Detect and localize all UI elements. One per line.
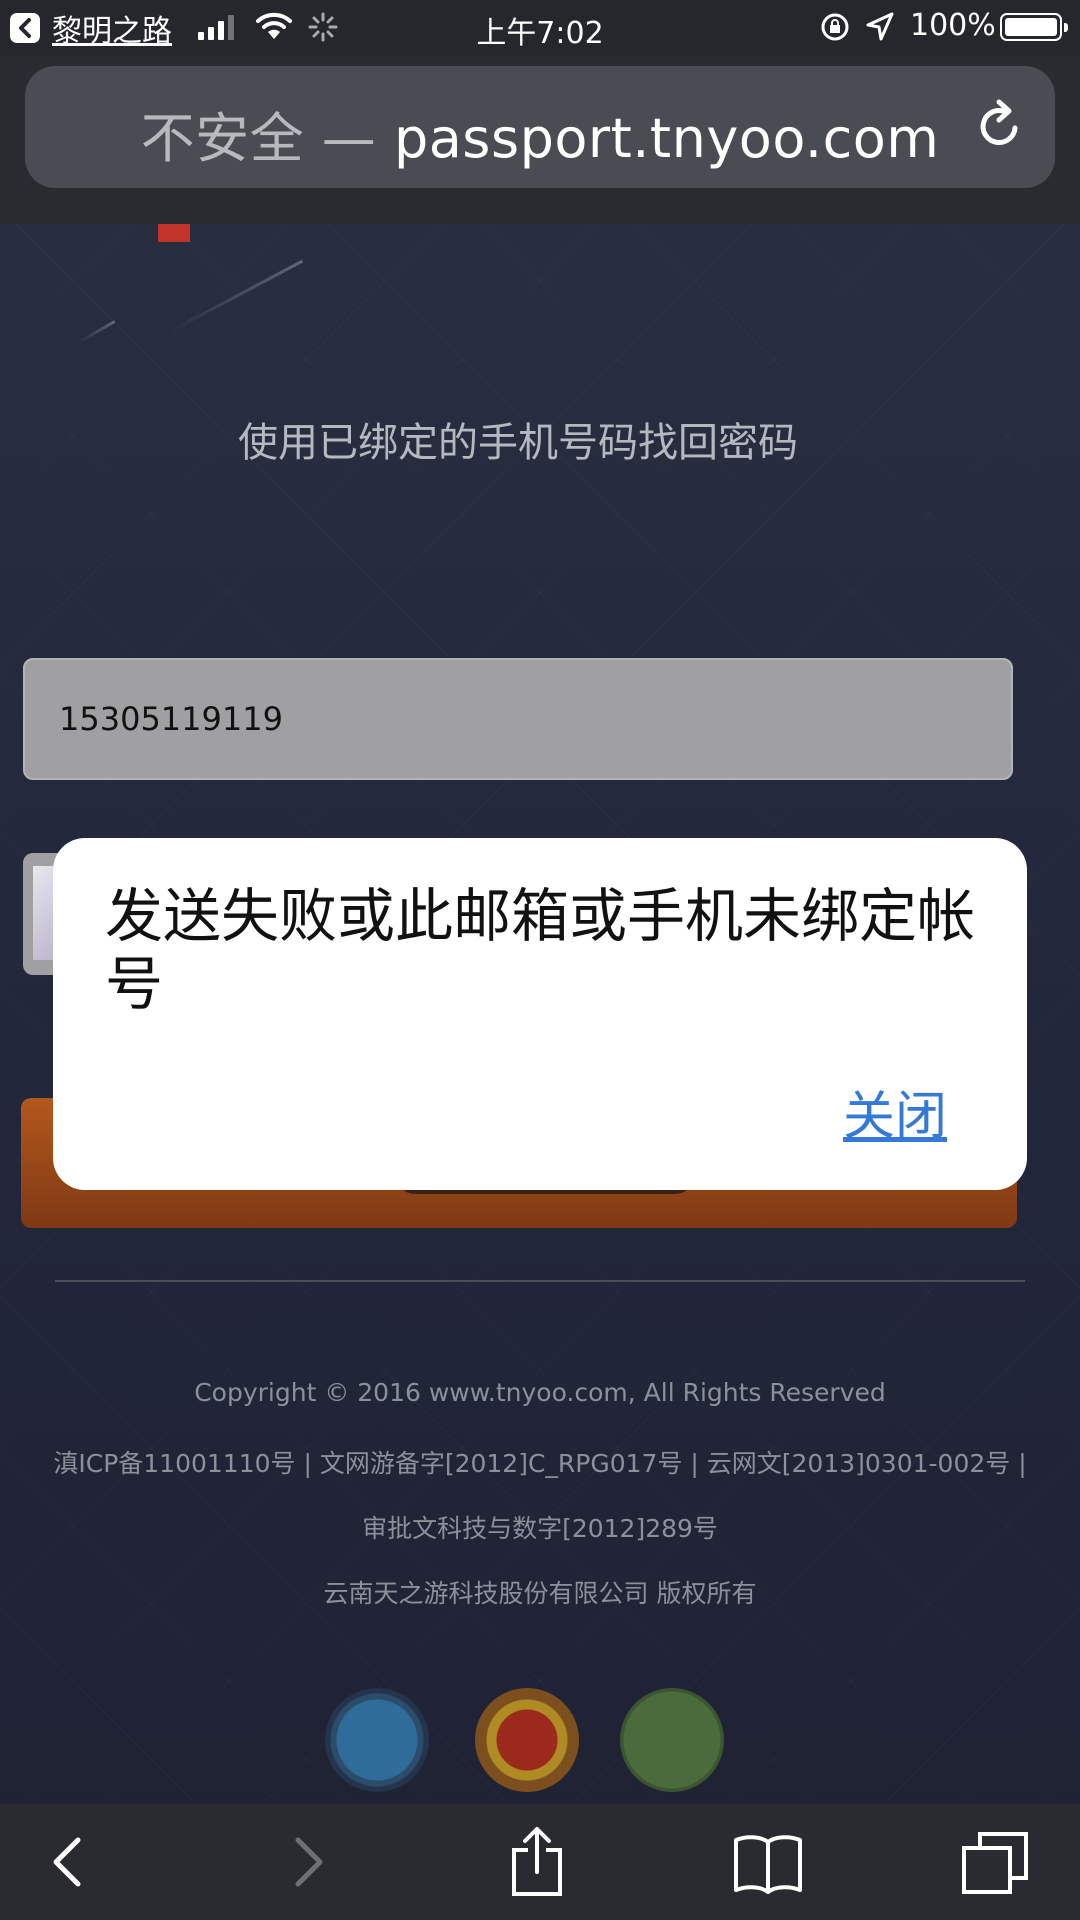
forward-icon[interactable] (288, 1834, 328, 1890)
url-domain: passport.tnyoo.com (393, 107, 940, 170)
alert-close-button[interactable]: 关闭 (843, 1074, 947, 1149)
bookmarks-icon[interactable] (732, 1832, 804, 1894)
browser-toolbar (0, 1804, 1080, 1920)
browser-chrome: 不安全 — passport.tnyoo.com (0, 56, 1080, 224)
address-bar[interactable]: 不安全 — passport.tnyoo.com (25, 66, 1055, 188)
status-bar: 黎明之路 上午7:02 100% (0, 0, 1080, 56)
tabs-icon[interactable] (960, 1830, 1030, 1896)
insecure-label: 不安全 — (140, 107, 377, 170)
alert-message: 发送失败或此邮箱或手机未绑定帐号 (105, 882, 976, 1018)
alert-dialog: 发送失败或此邮箱或手机未绑定帐号 关闭 (53, 838, 1027, 1190)
share-icon[interactable] (508, 1826, 566, 1898)
battery-percentage: 100% (910, 8, 996, 43)
rotation-lock-icon (821, 13, 849, 41)
location-arrow-icon (866, 12, 894, 41)
alert-overlay: 发送失败或此邮箱或手机未绑定帐号 关闭 (0, 0, 1080, 1920)
reload-icon[interactable] (973, 98, 1025, 154)
battery-icon (1000, 13, 1068, 41)
address-text: 不安全 — passport.tnyoo.com (25, 94, 1055, 173)
back-icon[interactable] (48, 1834, 88, 1890)
